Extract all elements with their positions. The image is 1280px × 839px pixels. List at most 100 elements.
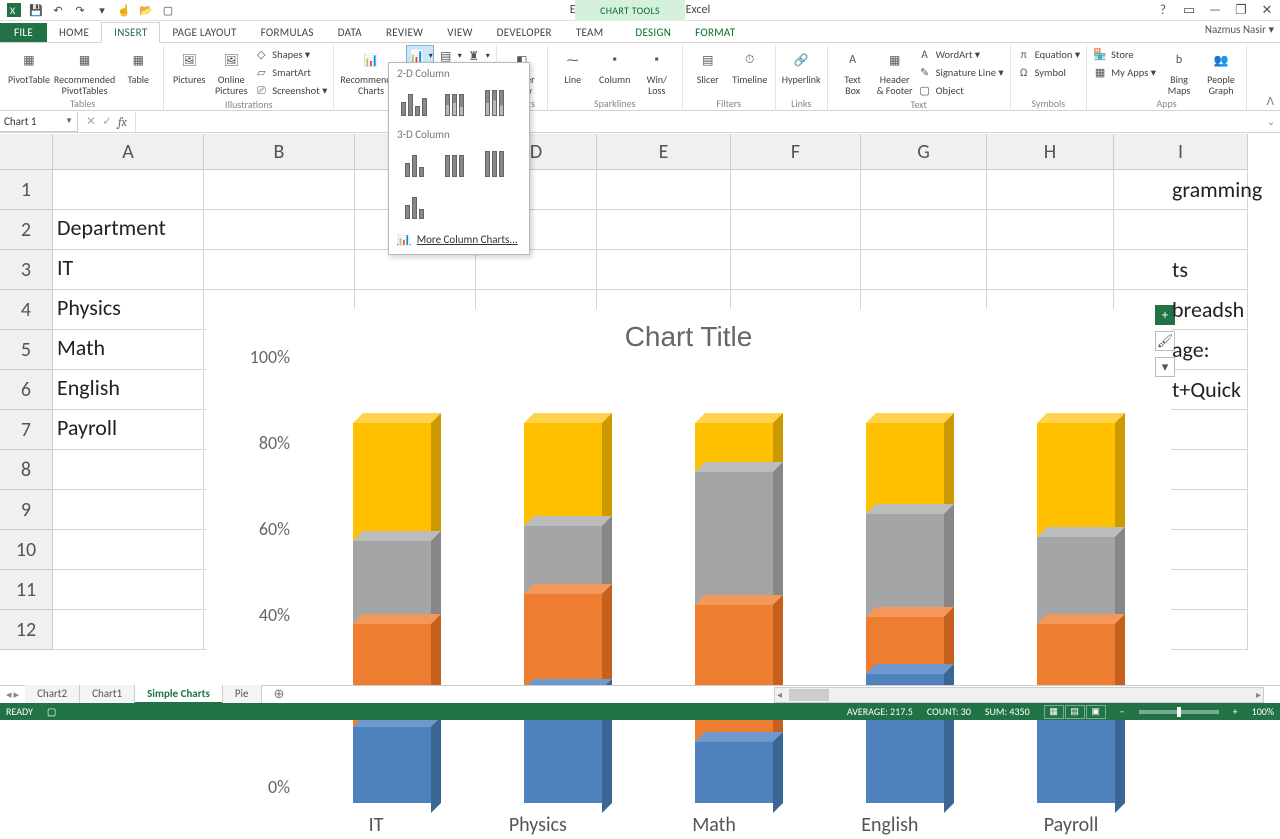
cell-A3[interactable]: IT: [53, 250, 203, 290]
zoom-slider[interactable]: [1139, 710, 1219, 714]
sheet-tab-chart2[interactable]: Chart2: [25, 685, 80, 704]
row-header-12[interactable]: 12: [0, 610, 53, 650]
ribbon-options-icon[interactable]: ▭: [1178, 2, 1200, 20]
cell-A4[interactable]: Physics: [53, 290, 203, 330]
dd-clustered-2d[interactable]: [397, 86, 431, 120]
cell-A10[interactable]: [53, 530, 203, 570]
wordart-button[interactable]: AWordArt ▾: [918, 45, 1004, 62]
table-button[interactable]: ▦Table: [119, 45, 157, 97]
bar-it[interactable]: [353, 423, 431, 803]
signin-label[interactable]: Nazmus Nasir ▾: [1205, 23, 1274, 36]
name-box[interactable]: Chart 1▼: [0, 112, 78, 132]
chart-title[interactable]: Chart Title: [206, 321, 1171, 353]
view-page-layout-icon[interactable]: ▤: [1065, 705, 1085, 719]
row-header-8[interactable]: 8: [0, 450, 53, 490]
store-button[interactable]: 🏪Store: [1093, 45, 1156, 62]
tab-design[interactable]: DESIGN: [623, 23, 683, 42]
zoom-in-icon[interactable]: +: [1233, 705, 1238, 718]
bar-english[interactable]: [866, 423, 944, 803]
chart-plot-area[interactable]: 0%20%40%60%80%100% ITPhysicsMathEnglishP…: [246, 379, 1161, 809]
sheet-tab-chart1[interactable]: Chart1: [80, 685, 135, 704]
cancel-formula-icon[interactable]: ✕: [86, 114, 96, 129]
dd-clustered-3d[interactable]: [397, 147, 431, 181]
bing-maps-button[interactable]: bBing Maps: [1160, 45, 1198, 97]
cell-A1[interactable]: [53, 170, 203, 210]
zoom-level[interactable]: 100%: [1252, 705, 1274, 718]
screenshot-button[interactable]: ⎚Screenshot ▾: [254, 81, 327, 98]
scrollbar-thumb[interactable]: [789, 689, 829, 701]
col-header-B[interactable]: B: [204, 134, 355, 170]
tab-formulas[interactable]: FORMULAS: [249, 23, 326, 42]
tab-home[interactable]: HOME: [47, 23, 101, 42]
add-sheet-button[interactable]: ⊕: [262, 685, 297, 704]
sheet-tab-simple-charts[interactable]: Simple Charts: [135, 685, 223, 704]
tab-review[interactable]: REVIEW: [374, 23, 435, 42]
textbox-button[interactable]: AText Box: [834, 45, 872, 97]
dd-stacked100-3d[interactable]: [477, 147, 511, 181]
view-normal-icon[interactable]: ▦: [1044, 705, 1064, 719]
close-icon[interactable]: ✕: [1256, 2, 1278, 20]
online-pictures-button[interactable]: 🖼Online Pictures: [212, 45, 250, 97]
tab-file[interactable]: FILE: [0, 23, 47, 42]
dd-stacked-2d[interactable]: [437, 86, 471, 120]
pivottable-button[interactable]: ▦PivotTable: [8, 45, 50, 97]
bar-physics[interactable]: [524, 423, 602, 803]
col-header-E[interactable]: E: [597, 134, 731, 170]
equation-button[interactable]: πEquation ▾: [1017, 45, 1081, 62]
dd-3d-column[interactable]: [397, 189, 431, 223]
slicer-button[interactable]: ▤Slicer: [689, 45, 727, 97]
bar-payroll[interactable]: [1037, 423, 1115, 803]
cell-A9[interactable]: [53, 490, 203, 530]
tab-team[interactable]: Team: [564, 23, 616, 42]
row-header-9[interactable]: 9: [0, 490, 53, 530]
row-header-7[interactable]: 7: [0, 410, 53, 450]
timeline-button[interactable]: ⏱Timeline: [731, 45, 769, 97]
formula-input[interactable]: [135, 112, 1262, 132]
col-header-I[interactable]: I: [1114, 134, 1248, 170]
cell-A12[interactable]: [53, 610, 203, 650]
cell-A8[interactable]: [53, 450, 203, 490]
save-icon[interactable]: 💾: [26, 1, 46, 19]
enter-formula-icon[interactable]: ✓: [102, 114, 112, 129]
bar-math[interactable]: [695, 423, 773, 803]
dd-stacked100-2d[interactable]: [477, 86, 511, 120]
horizontal-scrollbar[interactable]: ◂ ▸: [774, 687, 1264, 703]
dd-stacked-3d[interactable]: [437, 147, 471, 181]
redo-icon[interactable]: ↷: [70, 1, 90, 19]
col-header-A[interactable]: A: [53, 134, 204, 170]
people-graph-button[interactable]: 👥People Graph: [1202, 45, 1240, 97]
row-header-11[interactable]: 11: [0, 570, 53, 610]
cell-A7[interactable]: Payroll: [53, 410, 203, 450]
restore-icon[interactable]: ❐: [1230, 2, 1252, 20]
zoom-out-icon[interactable]: −: [1120, 705, 1125, 718]
pictures-button[interactable]: 🖼Pictures: [170, 45, 208, 97]
excel-icon[interactable]: X: [4, 1, 24, 19]
sheet-tab-pie[interactable]: Pie: [223, 685, 262, 704]
minimize-icon[interactable]: —: [1204, 2, 1226, 20]
collapse-ribbon-icon[interactable]: ᐱ: [1266, 95, 1274, 108]
object-button[interactable]: ▢Object: [918, 81, 1004, 98]
new-icon[interactable]: ▢: [158, 1, 178, 19]
tab-insert[interactable]: INSERT: [101, 22, 160, 43]
help-icon[interactable]: ?: [1152, 2, 1174, 20]
tab-view[interactable]: VIEW: [435, 23, 484, 42]
row-header-6[interactable]: 6: [0, 370, 53, 410]
cell-A11[interactable]: [53, 570, 203, 610]
row-header-3[interactable]: 3: [0, 250, 53, 290]
row-header-1[interactable]: 1: [0, 170, 53, 210]
row-header-2[interactable]: 2: [0, 210, 53, 250]
sparkline-line-button[interactable]: ⁓Line: [554, 45, 592, 97]
smartart-button[interactable]: ▱SmartArt: [254, 63, 327, 80]
dd-more-charts[interactable]: 📊More Column Charts...: [389, 227, 529, 250]
expand-formula-bar-icon[interactable]: ⌄: [1262, 115, 1280, 128]
row-header-5[interactable]: 5: [0, 330, 53, 370]
view-page-break-icon[interactable]: ▣: [1086, 705, 1106, 719]
chart-object[interactable]: Chart Title + 🖌 ▾ 0%20%40%60%80%100% ITP…: [206, 309, 1171, 839]
symbol-button[interactable]: ΩSymbol: [1017, 63, 1081, 80]
undo-icon[interactable]: ↶: [48, 1, 68, 19]
tab-format[interactable]: FORMAT: [683, 23, 747, 42]
my-apps-button[interactable]: ▦My Apps ▾: [1093, 63, 1156, 80]
cell-A5[interactable]: Math: [53, 330, 203, 370]
fx-icon[interactable]: fx: [118, 115, 127, 129]
qat-more-icon[interactable]: ▾: [92, 1, 112, 19]
